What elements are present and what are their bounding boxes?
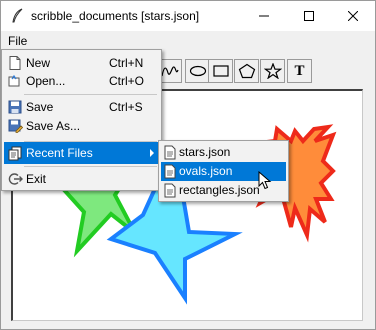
menu-item-recent-files[interactable]: Recent Files	[4, 142, 159, 164]
file-menu-button[interactable]: File	[1, 31, 34, 51]
oval-tool-icon	[189, 65, 206, 77]
freehand-tool-icon	[160, 66, 179, 77]
maximize-button[interactable]	[287, 1, 331, 31]
menu-separator	[24, 166, 157, 167]
new-document-icon	[9, 56, 21, 70]
window-title: scribble_documents [stars.json]	[31, 9, 200, 23]
file-menu: New Ctrl+N Open... Ctrl+O Save Ctrl+S Sa…	[1, 49, 162, 191]
close-button[interactable]	[331, 1, 375, 31]
save-as-icon	[8, 119, 23, 133]
oval-tool-button[interactable]	[185, 59, 210, 83]
json-file-icon	[164, 183, 176, 198]
maximize-icon	[304, 11, 314, 21]
menu-item-save-as[interactable]: Save As...	[4, 115, 159, 137]
floppy-disk-icon	[8, 100, 22, 114]
exit-icon	[8, 173, 23, 185]
rectangle-tool-button[interactable]	[208, 59, 233, 83]
mouse-pointer-icon	[258, 171, 272, 190]
menu-bar: File	[1, 31, 375, 51]
menu-item-open[interactable]: Open... Ctrl+O	[4, 70, 159, 92]
recent-files-icon	[8, 146, 22, 161]
minimize-button[interactable]	[242, 1, 286, 31]
open-folder-icon	[8, 74, 20, 87]
polygon-tool-button[interactable]	[234, 59, 259, 83]
minimize-icon	[259, 15, 269, 17]
polygon-tool-icon	[238, 63, 255, 79]
app-window: scribble_documents [stars.json] File T N…	[0, 0, 376, 330]
title-bar: scribble_documents [stars.json]	[1, 1, 375, 31]
text-tool-button[interactable]: T	[287, 59, 312, 83]
menu-separator	[24, 94, 157, 95]
quill-icon	[12, 8, 23, 23]
recent-file-item[interactable]: stars.json	[161, 143, 286, 162]
menu-item-exit[interactable]: Exit	[4, 168, 159, 190]
rectangle-tool-icon	[212, 65, 229, 77]
json-file-icon	[164, 164, 176, 179]
text-tool-icon: T	[294, 62, 305, 79]
submenu-arrow-icon	[150, 149, 154, 157]
star-tool-icon	[263, 63, 282, 79]
star-tool-button[interactable]	[260, 59, 285, 83]
json-file-icon	[164, 145, 176, 160]
close-icon	[348, 11, 358, 21]
